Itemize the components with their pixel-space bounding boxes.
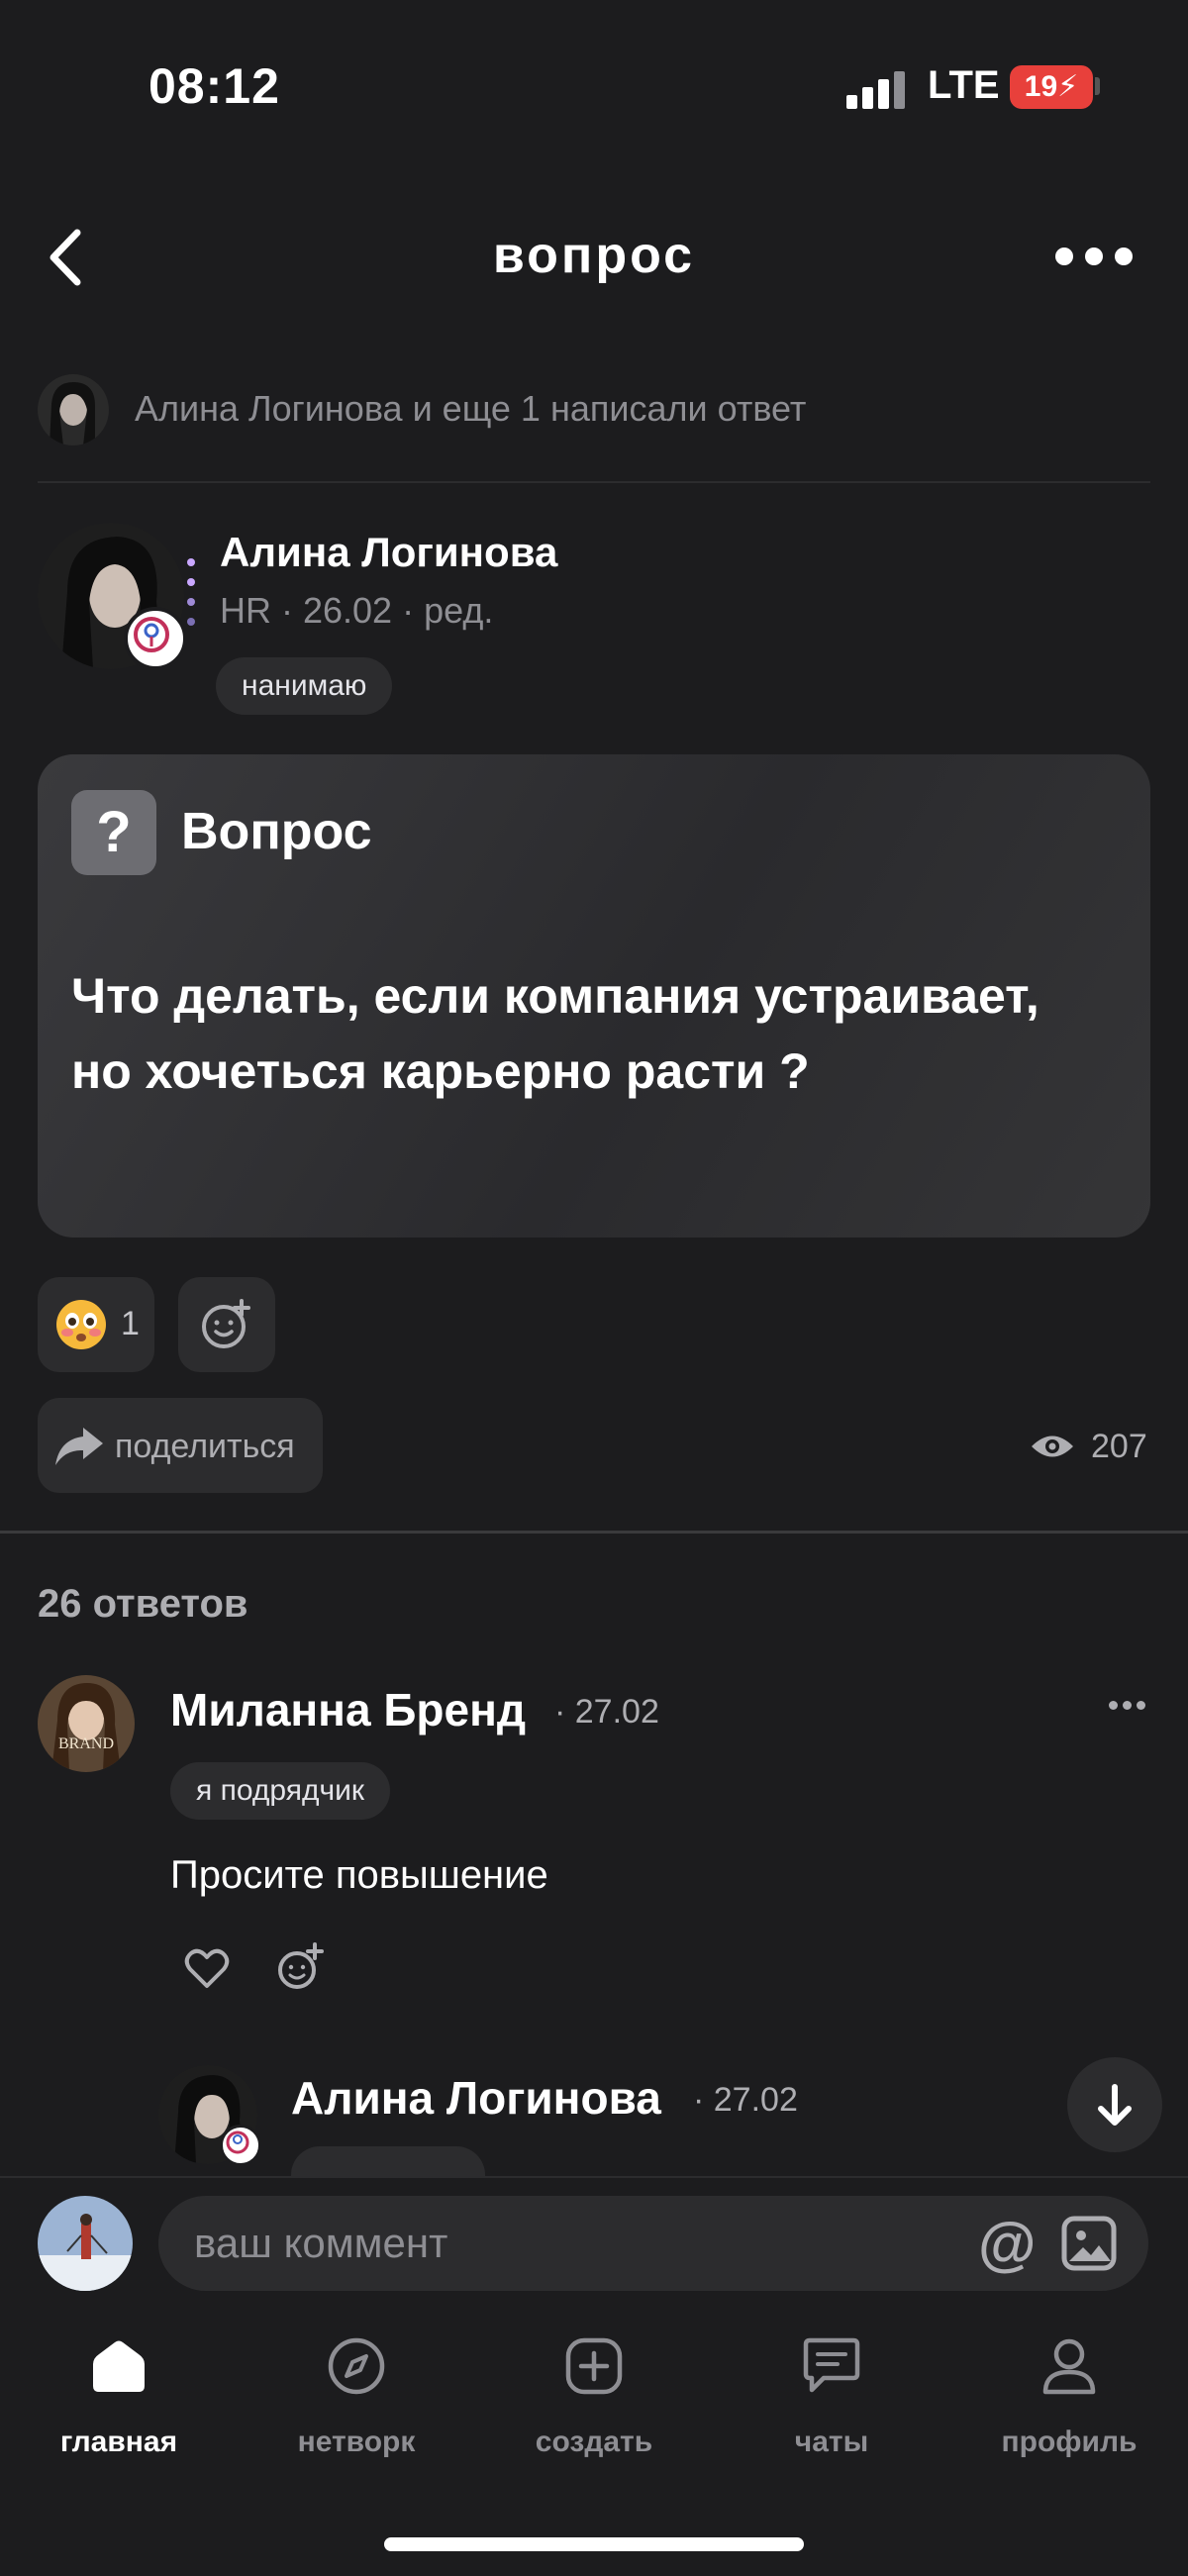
answered-avatar[interactable] <box>38 374 109 446</box>
share-arrow-icon <box>55 1428 103 1465</box>
compass-icon <box>328 2337 385 2395</box>
share-label: поделиться <box>115 1428 295 1465</box>
answers-count: 26 ответов <box>38 1582 248 1626</box>
signal-icon <box>846 69 906 109</box>
back-icon[interactable] <box>40 223 99 292</box>
my-avatar[interactable] <box>38 2196 133 2291</box>
answered-by-text[interactable]: Алина Логинова и еще 1 написали ответ <box>135 388 806 430</box>
divider <box>38 481 1150 483</box>
eye-icon <box>1032 1436 1073 1457</box>
home-indicator[interactable] <box>384 2537 804 2551</box>
arrow-down-icon <box>1098 2084 1132 2126</box>
question-icon: ? <box>71 790 156 875</box>
author-meta: HR · 26.02 · ред. <box>220 590 494 631</box>
comment-text: Просите повышение <box>170 1853 548 1897</box>
page-title: вопрос <box>492 227 696 284</box>
author-tag: нанимаю <box>216 657 393 715</box>
add-reaction-icon <box>202 1299 250 1348</box>
heart-icon[interactable] <box>184 1948 230 1990</box>
commenter-tag: я подрядчик <box>170 1762 390 1820</box>
status-time: 08:12 <box>148 58 280 114</box>
network-label: LTE <box>928 63 1000 107</box>
battery-level: 19 <box>1024 70 1058 103</box>
author-badge-icon <box>124 607 187 670</box>
question-text: Что делать, если компания устраивает, но… <box>71 968 1040 1099</box>
reply-date: · 27.02 <box>693 2081 798 2119</box>
svg-text:BRAND: BRAND <box>58 1735 114 1752</box>
chat-icon <box>803 2337 860 2393</box>
views-count: 207 <box>1091 1428 1147 1465</box>
image-attach-icon[interactable] <box>1061 2216 1117 2271</box>
reply-author-name[interactable]: Алина Логинова <box>291 2071 661 2125</box>
tab-home[interactable]: главная <box>20 2336 218 2475</box>
home-icon <box>93 2340 145 2392</box>
story-ring-icon <box>187 558 195 626</box>
commenter-name[interactable]: Миланна Бренд <box>170 1683 526 1736</box>
add-reaction-button[interactable] <box>178 1277 275 1372</box>
reaction-count: 1 <box>121 1305 140 1342</box>
tab-network[interactable]: нетворк <box>257 2336 455 2475</box>
tab-create-label: создать <box>535 2426 653 2458</box>
reply-badge-icon <box>220 2125 261 2166</box>
tab-home-label: главная <box>59 2426 178 2458</box>
comment-date: · 27.02 <box>554 1693 659 1731</box>
battery-cap <box>1095 77 1100 95</box>
tab-network-label: нетворк <box>297 2426 416 2458</box>
section-divider <box>0 1531 1188 1534</box>
author-name[interactable]: Алина Логинова <box>220 529 557 576</box>
mention-icon[interactable]: @ <box>978 2210 1037 2278</box>
tab-profile-label: профиль <box>1001 2426 1138 2458</box>
flushed-face-icon <box>56 1300 106 1349</box>
plus-square-icon <box>565 2337 623 2395</box>
scroll-down-button[interactable] <box>1067 2057 1162 2152</box>
tab-chats[interactable]: чаты <box>733 2336 931 2475</box>
add-reaction-icon[interactable] <box>277 1942 325 1990</box>
battery-icon: 19⚡ <box>1010 65 1093 109</box>
more-options-icon[interactable] <box>1049 238 1138 277</box>
question-label: Вопрос <box>181 803 372 860</box>
profile-icon <box>1042 2338 1096 2395</box>
comment-more-icon[interactable] <box>1109 1701 1148 1715</box>
reply-tag <box>291 2146 485 2176</box>
tab-profile[interactable]: профиль <box>970 2336 1168 2475</box>
commenter-avatar[interactable]: BRAND <box>38 1675 135 1772</box>
tab-create[interactable]: создать <box>495 2336 693 2475</box>
tab-chats-label: чаты <box>794 2426 869 2458</box>
